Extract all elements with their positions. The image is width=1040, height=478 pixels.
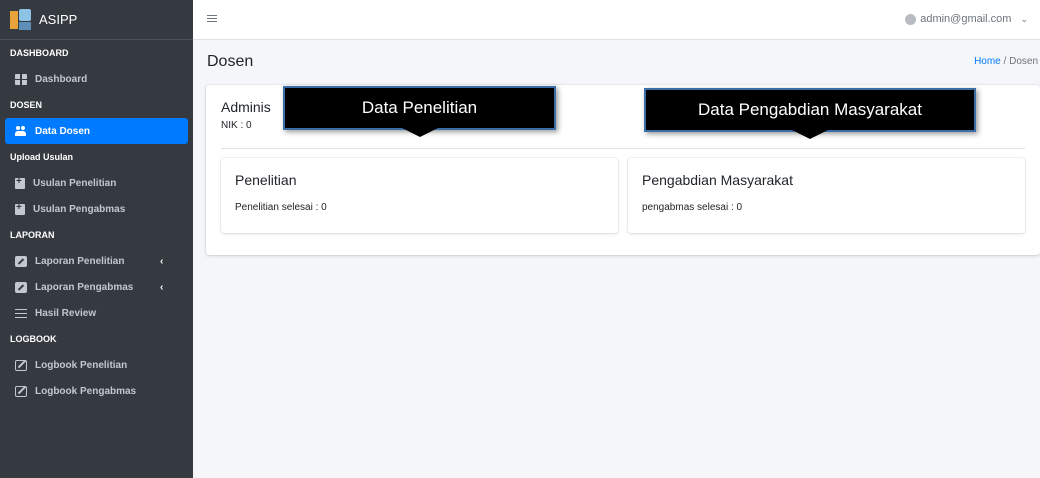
callout-label: Data Pengabdian Masyarakat bbox=[698, 100, 922, 119]
sidebar-item-label: Hasil Review bbox=[35, 307, 97, 319]
sidebar-item-label: Laporan Pengabmas bbox=[35, 281, 134, 293]
nav-header-logbook: LOGBOOK bbox=[10, 334, 57, 344]
callout-data-penelitian: Data Penelitian bbox=[283, 86, 556, 137]
avatar bbox=[905, 13, 917, 25]
pengabdian-title: Pengabdian Masyarakat bbox=[642, 172, 793, 188]
chevron-left-icon: ‹ bbox=[160, 281, 164, 293]
penelitian-title: Penelitian bbox=[235, 172, 297, 188]
pen-square-icon bbox=[15, 359, 27, 371]
file-plus-icon bbox=[15, 176, 25, 189]
brand-name: ASIPP bbox=[39, 12, 78, 27]
nav-header-upload: Upload Usulan bbox=[10, 152, 74, 162]
profile-name: Adminis bbox=[221, 99, 271, 115]
sidebar-item-data-dosen[interactable]: Data Dosen bbox=[5, 118, 188, 144]
users-icon bbox=[15, 125, 27, 137]
pen-square-icon bbox=[15, 385, 27, 397]
chevron-left-icon: ‹ bbox=[160, 255, 164, 267]
sidebar-item-label: Data Dosen bbox=[35, 125, 91, 137]
sidebar-item-logbook-pengabmas[interactable]: Logbook Pengabmas bbox=[5, 378, 188, 404]
sidebar-item-label: Usulan Penelitian bbox=[33, 177, 117, 189]
callout-label: Data Penelitian bbox=[361, 98, 478, 117]
penelitian-count: Penelitian selesai : 0 bbox=[235, 202, 327, 213]
callout-tail bbox=[401, 128, 438, 137]
checklist-icon bbox=[15, 308, 27, 319]
edit-square-icon bbox=[15, 255, 27, 267]
callout-tail bbox=[792, 130, 828, 139]
sidebar-item-label: Logbook Pengabmas bbox=[35, 385, 137, 397]
sidebar-item-label: Dashboard bbox=[35, 73, 88, 85]
nav-header-dosen: DOSEN bbox=[10, 100, 43, 110]
chevron-down-icon: ⌄ bbox=[1020, 13, 1028, 24]
sidebar-item-logbook-penelitian[interactable]: Logbook Penelitian bbox=[5, 352, 188, 378]
dashboard-icon bbox=[15, 73, 27, 85]
sidebar-item-laporan-pengabmas[interactable]: Laporan Pengabmas ‹ bbox=[5, 274, 188, 300]
sidebar-item-label: Laporan Penelitian bbox=[35, 255, 125, 267]
sidebar-item-usulan-pengabmas[interactable]: Usulan Pengabmas bbox=[5, 196, 188, 222]
sidebar-item-usulan-penelitian[interactable]: Usulan Penelitian bbox=[5, 170, 188, 196]
user-email: admin@gmail.com bbox=[920, 13, 1012, 25]
nav-header-laporan: LAPORAN bbox=[10, 230, 55, 240]
top-navbar: admin@gmail.com ⌄ bbox=[193, 0, 1040, 40]
breadcrumb-home-link[interactable]: Home bbox=[974, 56, 1001, 67]
callout-data-pengabdian: Data Pengabdian Masyarakat bbox=[644, 88, 976, 139]
edit-square-icon bbox=[15, 281, 27, 293]
sidebar: ASIPP DASHBOARD Dashboard DOSEN Data Dos… bbox=[0, 0, 193, 478]
nav-header-dashboard: DASHBOARD bbox=[10, 48, 69, 58]
divider bbox=[221, 148, 1025, 149]
user-menu[interactable]: admin@gmail.com ⌄ bbox=[905, 13, 1028, 25]
brand-logo-icon bbox=[10, 8, 32, 31]
profile-nik: NIK : 0 bbox=[221, 120, 252, 131]
brand-link[interactable]: ASIPP bbox=[0, 0, 193, 40]
sidebar-item-laporan-penelitian[interactable]: Laporan Penelitian ‹ bbox=[5, 248, 188, 274]
sidebar-item-label: Usulan Pengabmas bbox=[33, 203, 126, 215]
sidebar-item-dashboard[interactable]: Dashboard bbox=[5, 66, 188, 92]
breadcrumb-current: Dosen bbox=[1009, 56, 1038, 67]
pengabdian-count: pengabmas selesai : 0 bbox=[642, 202, 743, 213]
menu-toggle-icon[interactable] bbox=[207, 15, 217, 16]
file-plus-icon bbox=[15, 202, 25, 215]
sidebar-item-hasil-review[interactable]: Hasil Review bbox=[5, 300, 188, 326]
sidebar-item-label: Logbook Penelitian bbox=[35, 359, 128, 371]
breadcrumb: Home / Dosen bbox=[974, 56, 1038, 67]
pengabdian-box: Pengabdian Masyarakat pengabmas selesai … bbox=[628, 158, 1025, 233]
penelitian-box: Penelitian Penelitian selesai : 0 bbox=[221, 158, 618, 233]
page-title: Dosen bbox=[207, 53, 254, 70]
breadcrumb-separator: / bbox=[1003, 56, 1007, 67]
